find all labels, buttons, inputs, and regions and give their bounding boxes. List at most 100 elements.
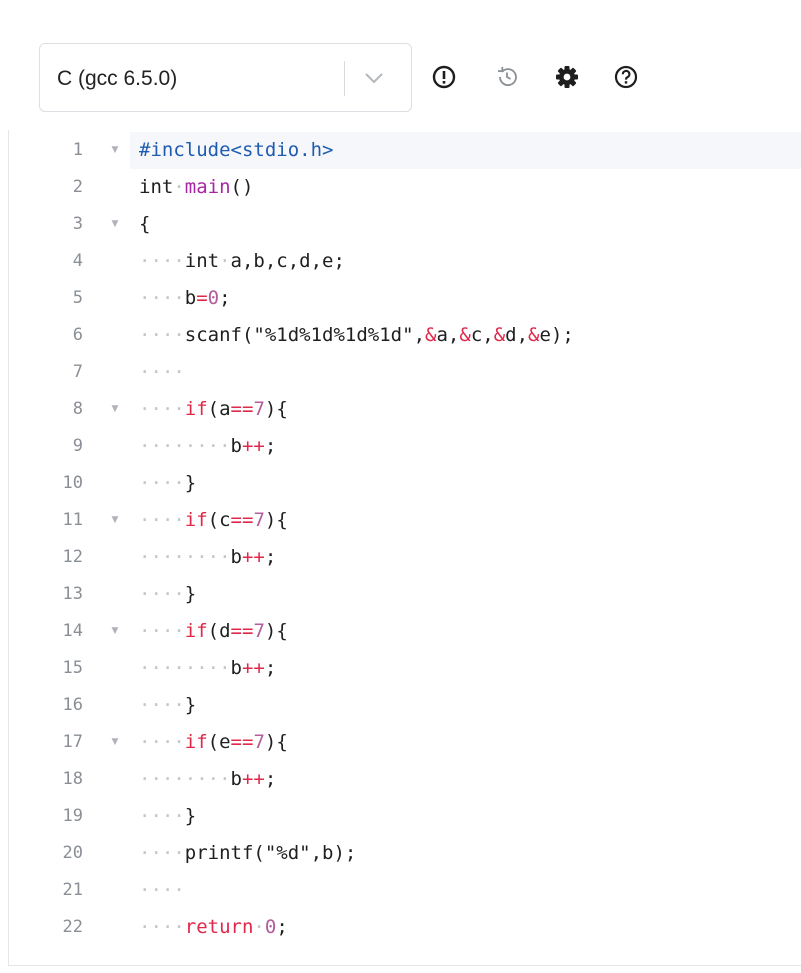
code-text[interactable]: ········b++; (130, 539, 801, 576)
code-token: ···· (139, 583, 185, 605)
code-token: "%d" (264, 842, 311, 864)
fold-toggle-icon[interactable]: ▼ (109, 132, 121, 169)
line-number: 1 (72, 140, 83, 160)
code-token: ···· (139, 250, 185, 272)
code-text[interactable]: ····} (130, 465, 801, 502)
code-line[interactable]: 2 int·main() (9, 169, 801, 206)
code-line[interactable]: 5 ····b=0; (9, 280, 801, 317)
line-number: 21 (62, 880, 83, 900)
code-token: & (528, 324, 540, 346)
chevron-down-icon[interactable] (363, 70, 385, 86)
code-token: b (230, 435, 242, 457)
code-text[interactable]: ····} (130, 798, 801, 835)
code-text[interactable]: ····printf("%d",b); (130, 835, 801, 872)
fold-toggle-icon[interactable]: ▼ (109, 613, 121, 650)
code-line[interactable]: 3 ▼ { (9, 206, 801, 243)
code-line[interactable]: 17 ▼ ····if(e==7){ (9, 724, 801, 761)
fold-toggle-icon[interactable]: ▼ (109, 391, 121, 428)
code-token: printf( (184, 842, 265, 864)
fold-toggle-icon[interactable]: ▼ (109, 206, 121, 243)
code-line[interactable]: 4 ····int·a,b,c,d,e; (9, 243, 801, 280)
line-number: 22 (62, 917, 83, 937)
line-number: 19 (62, 806, 83, 826)
code-token: { (139, 213, 151, 235)
code-line[interactable]: 6 ····scanf("%1d%1d%1d%1d",&a,&c,&d,&e); (9, 317, 801, 354)
code-text[interactable]: ········b++; (130, 428, 801, 465)
code-line[interactable]: 21 ···· (9, 872, 801, 909)
code-text[interactable]: ····} (130, 687, 801, 724)
code-line[interactable]: 13 ····} (9, 576, 801, 613)
code-token: ···· (139, 694, 185, 716)
code-text[interactable]: { (130, 206, 801, 243)
fold-toggle-icon[interactable]: ▼ (109, 502, 121, 539)
line-number: 17 (62, 732, 83, 752)
code-token: == (230, 731, 254, 753)
code-line[interactable]: 14 ▼ ····if(d==7){ (9, 613, 801, 650)
code-text[interactable]: ····if(a==7){ (130, 391, 801, 428)
code-token: } (184, 583, 197, 605)
code-line[interactable]: 16 ····} (9, 687, 801, 724)
code-token: · (219, 250, 231, 272)
code-token: == (230, 509, 254, 531)
code-token: ···· (139, 842, 185, 864)
code-token: == (230, 620, 254, 642)
code-token: ; (264, 546, 277, 568)
code-line[interactable]: 8 ▼ ····if(a==7){ (9, 391, 801, 428)
code-text[interactable]: ····} (130, 576, 801, 613)
code-text[interactable]: ···· (130, 354, 801, 391)
history-icon[interactable] (494, 64, 520, 90)
code-token: ; (264, 768, 277, 790)
editor-toolbar: C (gcc 6.5.0) (0, 0, 801, 130)
code-line[interactable]: 7 ···· (9, 354, 801, 391)
code-text[interactable]: ····int·a,b,c,d,e; (130, 243, 801, 280)
fold-toggle-icon[interactable]: ▼ (109, 724, 121, 761)
code-text[interactable]: ····scanf("%1d%1d%1d%1d",&a,&c,&d,&e); (130, 317, 801, 354)
code-token: main (184, 176, 231, 198)
code-token: ){ (264, 398, 288, 420)
code-token: a,b,c,d,e; (230, 250, 345, 272)
code-line[interactable]: 15 ········b++; (9, 650, 801, 687)
code-token: ········ (139, 435, 231, 457)
code-text[interactable]: ····if(c==7){ (130, 502, 801, 539)
code-token: c, (470, 324, 494, 346)
line-number: 5 (72, 288, 83, 308)
settings-gear-icon[interactable] (554, 64, 580, 90)
code-text[interactable]: ····if(d==7){ (130, 613, 801, 650)
code-text[interactable]: int·main() (130, 169, 801, 206)
language-select-value: C (gcc 6.5.0) (57, 67, 178, 90)
code-line[interactable]: 20 ····printf("%d",b); (9, 835, 801, 872)
line-number: 15 (62, 658, 83, 678)
code-text[interactable]: ········b++; (130, 650, 801, 687)
code-token: ){ (264, 731, 288, 753)
code-line[interactable]: 9 ········b++; (9, 428, 801, 465)
code-line[interactable]: 1 ▼ #include<stdio.h> (9, 132, 801, 169)
code-line[interactable]: 18 ········b++; (9, 761, 801, 798)
code-line[interactable]: 11 ▼ ····if(c==7){ (9, 502, 801, 539)
line-number: 6 (72, 325, 83, 345)
code-token: (d (207, 620, 231, 642)
code-token: scanf( (184, 324, 254, 346)
code-editor[interactable]: 1 ▼ #include<stdio.h> 2 int·main() 3 ▼{4 ····in… (8, 130, 801, 966)
code-text[interactable]: ····return·0; (130, 909, 801, 946)
code-text[interactable]: ····if(e==7){ (130, 724, 801, 761)
code-token: ++ (241, 768, 265, 790)
code-line[interactable]: 12 ········b++; (9, 539, 801, 576)
line-number: 8 (72, 399, 83, 419)
code-text[interactable]: ········b++; (130, 761, 801, 798)
code-token: · (173, 176, 185, 198)
code-line[interactable]: 10 ····} (9, 465, 801, 502)
code-text[interactable]: ···· (130, 872, 801, 909)
code-token: ···· (139, 361, 185, 383)
code-text[interactable]: ····b=0; (130, 280, 801, 317)
help-icon[interactable] (613, 64, 639, 90)
code-token: } (184, 472, 197, 494)
code-line[interactable]: 22 ····return·0; (9, 909, 801, 946)
code-line[interactable]: 19 ····} (9, 798, 801, 835)
code-token: 0 (264, 916, 277, 938)
code-token: return (184, 916, 254, 938)
info-icon[interactable] (431, 64, 457, 90)
code-text[interactable]: #include<stdio.h> (130, 132, 801, 169)
line-number: 13 (62, 584, 83, 604)
code-token: a, (436, 324, 460, 346)
language-select[interactable]: C (gcc 6.5.0) (39, 43, 412, 112)
